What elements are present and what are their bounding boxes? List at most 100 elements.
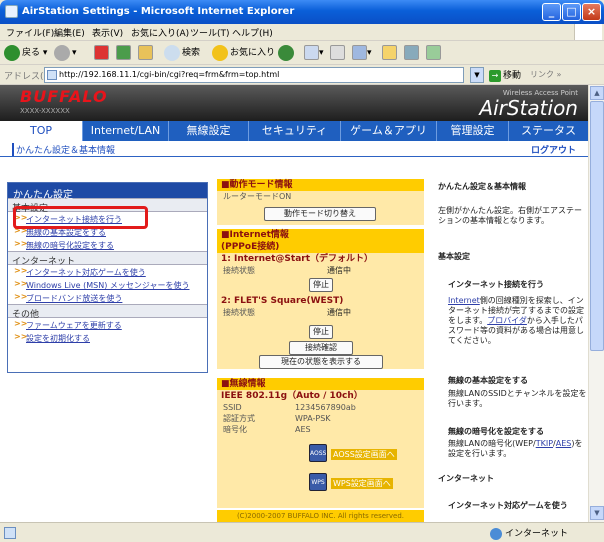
internet-help-link[interactable]: Internet (448, 296, 480, 305)
aoss-icon[interactable]: AOSS (309, 444, 327, 462)
favorites-button[interactable]: お気に入り (212, 44, 275, 62)
menu-file[interactable]: ファイル(F) (6, 26, 54, 39)
tab-game-apps[interactable]: ゲーム＆アプリ (340, 121, 436, 141)
provider-help-link[interactable]: プロバイダ (487, 316, 527, 325)
menu-tools[interactable]: ツール(T) (190, 26, 230, 39)
logout-link[interactable]: ログアウト (531, 143, 576, 156)
minimize-button[interactable]: _ (542, 3, 561, 21)
messenger-button[interactable] (404, 44, 419, 62)
tab-wireless[interactable]: 無線設定 (168, 121, 248, 141)
show-status-button[interactable]: 現在の状態を表示する (259, 355, 383, 369)
back-arrow-icon (4, 44, 20, 61)
scroll-down-button[interactable]: ▼ (590, 506, 604, 520)
section-internet: インターネット (8, 251, 207, 267)
maximize-button[interactable]: □ (562, 3, 581, 21)
messenger-icon (404, 45, 419, 60)
tab-status[interactable]: ステータス (508, 121, 588, 141)
help-intro: 左側がかんたん設定。右側がエアステーションの基本情報となります。 (438, 206, 582, 225)
help-wireless-basic-heading: 無線の基本設定をする (448, 376, 528, 385)
history-button[interactable] (278, 44, 296, 62)
wireless-auth-row: 認証方式 WPA-PSK (223, 414, 331, 423)
mode-title: ■動作モード情報 (217, 179, 424, 191)
forward-button[interactable]: ▾ (54, 44, 77, 62)
mode-switch-button[interactable]: 動作モード切り替え (264, 207, 376, 221)
aes-help-link[interactable]: AES (556, 439, 572, 448)
arrow-icon: >> (14, 239, 28, 248)
close-button[interactable]: × (582, 3, 601, 21)
scroll-up-button[interactable]: ▲ (590, 86, 604, 100)
arrow-icon: >> (14, 292, 28, 301)
connection-1-status-row: 接続状態 通信中 (223, 266, 351, 275)
connection-2-name: 2: FLET'S Square(WEST) (221, 296, 344, 306)
home-button[interactable] (138, 44, 153, 62)
tools-button[interactable] (426, 44, 441, 62)
edit-button[interactable]: ▾ (352, 44, 372, 62)
help-basic-heading: 基本設定 (438, 252, 470, 261)
globe-icon (490, 527, 502, 540)
window-title: AirStation Settings - Microsoft Internet… (22, 6, 295, 17)
edit-icon (352, 45, 367, 60)
connection-2-status: 通信中 (327, 308, 351, 317)
folder-button[interactable] (382, 44, 397, 62)
print-button[interactable] (330, 44, 345, 62)
connection-check-button[interactable]: 接続確認 (289, 341, 353, 355)
tab-admin[interactable]: 管理設定 (436, 121, 508, 141)
help-wireless-encryption-heading: 無線の暗号化を設定をする (448, 427, 544, 436)
sub-navigation: かんたん設定＆基本情報 ログアウト (0, 141, 588, 157)
mode-panel: ■動作モード情報 ルーターモードON 動作モード切り替え (217, 179, 424, 225)
help-internet-heading: インターネット接続を行う (448, 280, 544, 289)
arrow-icon: >> (14, 332, 28, 341)
search-icon (164, 44, 180, 61)
main-tabs: TOP Internet/LAN 無線設定 セキュリティ ゲーム＆アプリ 管理設… (0, 121, 588, 141)
address-input[interactable]: http://192.168.11.1/cgi-bin/cgi?req=frm&… (44, 67, 464, 83)
back-button[interactable]: 戻る ▾ (4, 44, 47, 62)
menu-edit[interactable]: 編集(E) (54, 26, 85, 39)
toolbar: 戻る ▾ ▾ 検索 お気に入り ▾ ▾ (0, 41, 604, 65)
link-factory-reset[interactable]: >> 設定を初期化する (8, 331, 207, 344)
menu-bar: ファイル(F) 編集(E) 表示(V) お気に入り(A) ツール(T) ヘルプ(… (0, 24, 604, 41)
scroll-thumb[interactable] (590, 101, 604, 351)
star-icon (212, 44, 228, 61)
links-button[interactable]: リンク » (530, 69, 561, 80)
arrow-icon: >> (14, 319, 28, 328)
menu-help[interactable]: ヘルプ(H) (232, 26, 273, 39)
tab-internet-lan[interactable]: Internet/LAN (82, 121, 168, 141)
wps-settings-link[interactable]: WPS設定画面へ (331, 478, 393, 489)
help-internet-text: Internet側の回線種別を探索し、インターネット接続が完了するまでの設定をし… (448, 296, 584, 345)
aoss-settings-link[interactable]: AOSS設定画面へ (331, 449, 397, 460)
help-game-heading: インターネット対応ゲームを使う (448, 501, 568, 510)
link-wireless-encryption[interactable]: >> 無線の暗号化設定をする (8, 238, 207, 251)
go-button[interactable]: → 移動 (489, 68, 521, 82)
print-icon (330, 45, 345, 60)
tab-security[interactable]: セキュリティ (248, 121, 340, 141)
refresh-button[interactable] (116, 44, 131, 62)
current-page-label[interactable]: かんたん設定＆基本情報 (12, 143, 115, 156)
connection-1-name: 1: Internet@Start（デフォルト） (221, 254, 374, 264)
menu-favorites[interactable]: お気に入り(A) (131, 26, 189, 39)
link-firmware[interactable]: >> ファームウェアを更新する (8, 318, 207, 331)
menu-view[interactable]: 表示(V) (92, 26, 123, 39)
tab-top[interactable]: TOP (0, 121, 82, 141)
mode-value: ルーターモードON (223, 192, 292, 201)
help-wireless-encryption-text: 無線LANの暗号化(WEP/TKIP/AES)を設定を行います。 (448, 439, 583, 458)
page-status-icon (4, 527, 16, 539)
connection-2-stop-button[interactable]: 停止 (309, 325, 333, 339)
mail-button[interactable]: ▾ (304, 44, 324, 62)
search-button[interactable]: 検索 (164, 44, 200, 62)
vertical-scrollbar[interactable]: ▲ ▼ (588, 85, 604, 522)
stop-button[interactable] (94, 44, 109, 62)
help-internet-section-heading: インターネット (438, 474, 494, 483)
window-titlebar[interactable]: AirStation Settings - Microsoft Internet… (0, 0, 604, 24)
link-broadband[interactable]: >> ブロードバンド放送を使う (8, 291, 207, 304)
link-online-games[interactable]: >> インターネット対応ゲームを使う (8, 265, 207, 278)
arrow-icon: >> (14, 279, 28, 288)
address-dropdown-button[interactable]: ▼ (470, 67, 484, 83)
connection-1-stop-button[interactable]: 停止 (309, 278, 333, 292)
tkip-help-link[interactable]: TKIP (536, 439, 553, 448)
internet-subtitle: (PPPoE接続) (217, 241, 424, 253)
address-bar: アドレス(D) http://192.168.11.1/cgi-bin/cgi?… (0, 65, 604, 85)
link-messenger[interactable]: >> Windows Live (MSN) メッセンジャーを使う (8, 278, 207, 291)
wireless-title: ■無線情報 (217, 378, 424, 390)
wps-icon[interactable]: WPS (309, 473, 327, 491)
refresh-icon (116, 45, 131, 60)
